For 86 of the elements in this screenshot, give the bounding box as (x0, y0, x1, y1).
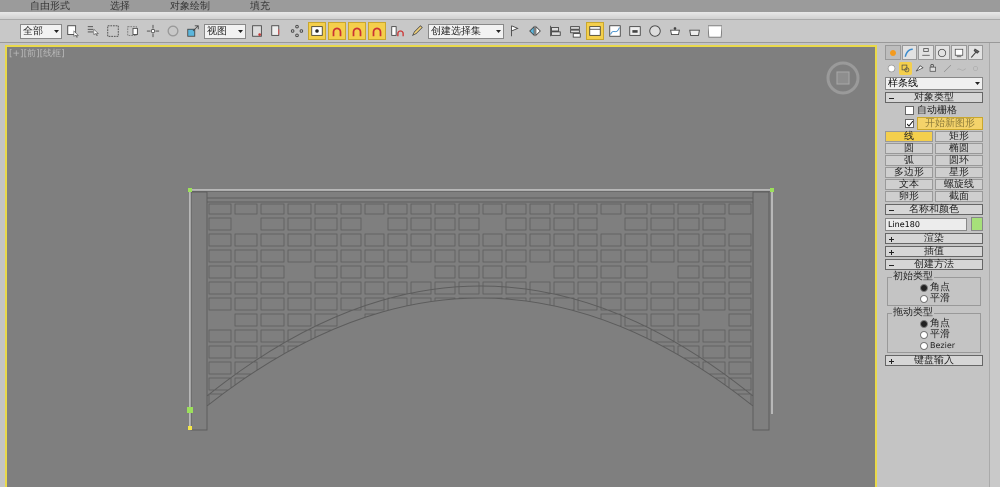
caret-icon (496, 30, 501, 32)
mirror-icon (528, 24, 542, 38)
ribbon-tab[interactable]: 对象绘制 (170, 0, 210, 12)
ribbon-tab[interactable]: 填充 (250, 0, 270, 12)
toolbar-button[interactable] (308, 22, 326, 40)
rollout-header[interactable]: 渲染 (885, 233, 983, 244)
curve-icon (903, 46, 916, 58)
command-panel-tab[interactable] (934, 45, 950, 60)
layers-icon (568, 24, 582, 38)
caret-icon (54, 30, 59, 32)
radio-button[interactable] (920, 342, 928, 350)
radio-label: 平滑 (930, 330, 950, 340)
radio-label: Bezier (930, 340, 956, 350)
object-type-button[interactable]: 卵形 (885, 191, 933, 202)
object-type-button[interactable]: 弧 (885, 155, 933, 166)
radio-label: 角点 (930, 282, 950, 292)
group-title: 拖动类型 (892, 308, 933, 318)
scrollbar[interactable] (989, 43, 1000, 487)
radio-label: 角点 (930, 318, 950, 328)
plus-icon (889, 359, 894, 364)
spinner-icon (390, 24, 404, 38)
caret-icon (975, 82, 980, 85)
dashed-square-icon (106, 24, 120, 38)
object-type-button[interactable]: 截面 (935, 191, 983, 202)
rollout-header[interactable]: 键盘输入 (885, 355, 983, 366)
keyboard-icon (310, 24, 324, 38)
command-panel-tab[interactable] (951, 45, 966, 60)
hierarchy-icon (920, 46, 932, 58)
checkbox-label: 自动栅格 (917, 106, 957, 116)
plus-icon (889, 250, 894, 255)
rollout-header[interactable]: 插值 (885, 246, 983, 257)
curve-editor-icon (608, 24, 622, 38)
panel-icon (588, 24, 602, 38)
radio-button[interactable] (920, 330, 928, 338)
pencil-icon (410, 24, 424, 38)
selection-set-dropdown[interactable]: 创建选择集 (428, 24, 504, 38)
plus-icon (889, 237, 894, 242)
rotate-icon (166, 24, 180, 38)
checkbox[interactable] (905, 106, 914, 115)
scale-icon (186, 24, 200, 38)
monitor-icon (952, 46, 965, 58)
toolbar-button[interactable] (288, 22, 306, 40)
radio-label: 平滑 (930, 294, 950, 304)
sphere-icon (886, 63, 897, 74)
nodes-icon (290, 24, 304, 38)
minus-icon (889, 263, 894, 268)
object-type-button[interactable]: 文本 (885, 179, 933, 190)
checkbox[interactable] (905, 119, 914, 128)
ribbon-tab[interactable]: 自由形式 (30, 0, 70, 12)
name-field[interactable]: Line180 (885, 218, 967, 230)
object-type-button[interactable]: 矩形 (935, 131, 983, 142)
schematic-icon (628, 24, 642, 38)
category-button[interactable] (899, 62, 912, 75)
category-dropdown[interactable]: 样条线 (885, 77, 983, 90)
object-type-button[interactable]: 椭圆 (935, 143, 983, 154)
rollout-header[interactable]: 对象类型 (885, 92, 983, 103)
caret-icon (238, 30, 243, 32)
object-type-button[interactable]: 星形 (935, 167, 983, 178)
group-title: 初始类型 (892, 272, 933, 282)
object-type-button[interactable]: 多边形 (885, 167, 933, 178)
check-icon (906, 120, 912, 126)
toolbar-button[interactable] (586, 22, 604, 40)
rollout-header[interactable]: 创建方法 (885, 259, 983, 270)
radio-button[interactable] (920, 284, 928, 292)
object-type-button[interactable]: 螺旋线 (935, 179, 983, 190)
cursor-square-icon (66, 24, 80, 38)
color-swatch[interactable] (971, 217, 983, 231)
window-icon (126, 24, 140, 38)
move-icon (146, 24, 160, 38)
minus-icon (889, 96, 894, 101)
radio-button[interactable] (920, 294, 928, 302)
radio-button[interactable] (920, 320, 928, 328)
list-cursor-icon (86, 24, 100, 38)
object-type-button[interactable]: 圆环 (935, 155, 983, 166)
rollout-header[interactable]: 名称和颜色 (885, 204, 983, 215)
selection-filter-dropdown[interactable]: 全部 (20, 24, 62, 38)
command-panel-tab[interactable] (968, 45, 983, 60)
object-type-button[interactable]: 圆 (885, 143, 933, 154)
shapes-icon (900, 63, 911, 74)
ribbon-tab[interactable]: 选择 (110, 0, 130, 12)
coordinate-dropdown[interactable]: 视图 (204, 24, 246, 38)
hammer-icon (969, 46, 982, 58)
minus-icon (889, 208, 894, 213)
command-panel-tab[interactable] (918, 45, 934, 60)
align-icon (548, 24, 562, 38)
object-type-button[interactable]: 线 (885, 131, 933, 142)
